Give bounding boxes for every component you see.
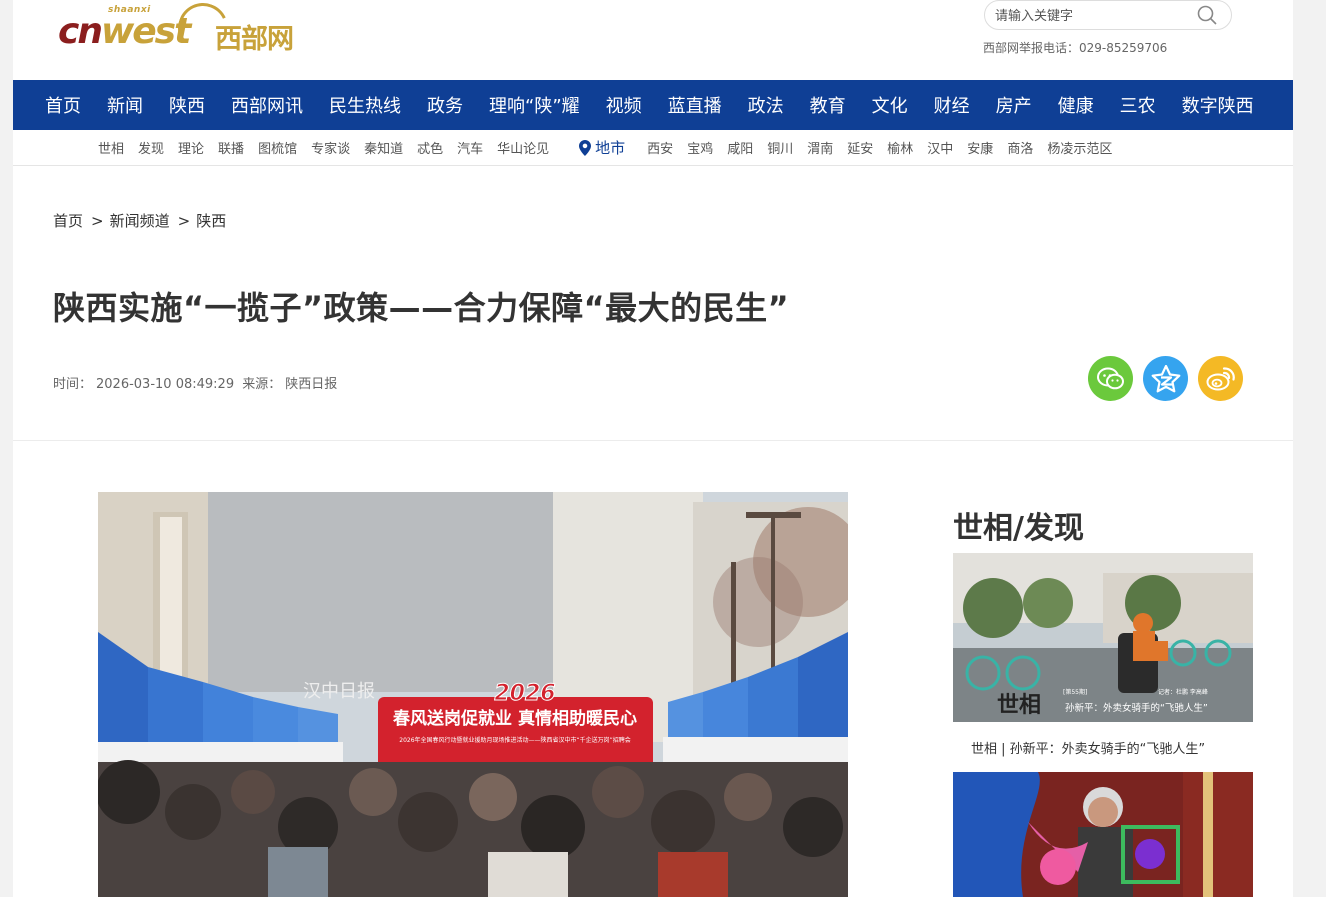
city-xian[interactable]: 西安 [647, 138, 673, 157]
nav-item-education[interactable]: 教育 [810, 92, 846, 118]
main-nav: 首页 新闻 陕西 西部网讯 民生热线 政务 理响“陕”耀 视频 蓝直播 政法 教… [13, 80, 1293, 130]
subnav-item-theory[interactable]: 理论 [178, 138, 204, 157]
thumbnail-logo-text: 世相 [997, 692, 1041, 718]
thumbnail-issue-text: [第55期] [1063, 688, 1087, 696]
publish-time: 2026-03-10 08:49:29 [96, 377, 235, 392]
subnav-item-auto[interactable]: 汽车 [457, 138, 483, 157]
sidebar-thumbnail-2[interactable] [953, 772, 1253, 897]
sidebar-thumbnail-1-illustration: 世相 [第55期] 记者：杜鹏 李高峰 孙新平：外卖女骑手的“飞驰人生” [953, 553, 1253, 722]
search-box [984, 0, 1232, 30]
nav-item-finance[interactable]: 财经 [934, 92, 970, 118]
job-fair-photo-illustration: 2026 春风送岗促就业 真情相助暖民心 2026年全国春风行动暨就业援助月现场… [98, 492, 848, 897]
sidebar-caption-1[interactable]: 世相 | 孙新平：外卖女骑手的“飞驰人生” [971, 738, 1205, 757]
banner-year-text: 2026 [494, 681, 555, 706]
sub-nav: 世相 发现 理论 联播 图梳馆 专家谈 秦知道 忒色 汽车 华山论见 地市 西安… [13, 130, 1293, 166]
subnav-item-qinzhidao[interactable]: 秦知道 [364, 138, 403, 157]
building-sign-text: 汉中日报 [303, 681, 375, 702]
nav-item-news[interactable]: 新闻 [107, 92, 143, 118]
local-label-text: 地市 [595, 139, 626, 157]
article-title: 陕西实施“一揽子”政策——合力保障“最大的民生” [53, 289, 790, 327]
breadcrumb-separator: > [177, 212, 191, 230]
logo-west-part: west [100, 11, 191, 52]
breadcrumb-home[interactable]: 首页 [53, 212, 83, 230]
subnav-item-tushuguan[interactable]: 图梳馆 [258, 138, 297, 157]
site-header: shaanxi cnwest 西部网 西部网举报电话：029-85259706 [13, 0, 1293, 80]
nav-item-culture[interactable]: 文化 [872, 92, 908, 118]
nav-item-agriculture[interactable]: 三农 [1120, 92, 1156, 118]
qzone-star-icon [1151, 364, 1180, 392]
nav-item-home[interactable]: 首页 [45, 92, 81, 118]
location-pin-icon [579, 139, 592, 156]
breadcrumb-separator: > [91, 212, 104, 230]
source-label: 来源： [242, 377, 282, 392]
subnav-item-experts[interactable]: 专家谈 [311, 138, 350, 157]
subnav-item-huashan[interactable]: 华山论见 [497, 138, 549, 157]
nav-item-law[interactable]: 政法 [748, 92, 784, 118]
logo-chinese-text: 西部网 [215, 24, 294, 55]
report-hotline: 西部网举报电话：029-85259706 [983, 41, 1168, 55]
wechat-icon [1096, 367, 1124, 389]
banner-sub-text: 2026年全国春风行动暨就业援助月现场推进活动——陕西省汉中市“千企送万岗”招聘… [399, 736, 631, 744]
city-yulin[interactable]: 榆林 [887, 138, 913, 157]
sidebar-title: 世相/发现 [953, 511, 1084, 546]
city-baoji[interactable]: 宝鸡 [687, 138, 713, 157]
time-label: 时间： [53, 377, 93, 392]
subnav-item-tese[interactable]: 忒色 [417, 138, 443, 157]
nav-item-government[interactable]: 政务 [427, 92, 463, 118]
subnav-item-discover[interactable]: 发现 [138, 138, 164, 157]
sidebar-thumbnail-1[interactable]: 世相 [第55期] 记者：杜鹏 李高峰 孙新平：外卖女骑手的“飞驰人生” [953, 553, 1253, 722]
city-hanzhong[interactable]: 汉中 [927, 138, 953, 157]
subnav-item-broadcast[interactable]: 联播 [218, 138, 244, 157]
city-ankang[interactable]: 安康 [967, 138, 993, 157]
page: shaanxi cnwest 西部网 西部网举报电话：029-85259706 … [13, 0, 1293, 897]
article-meta: 时间： 2026-03-10 08:49:29 来源： 陕西日报 [53, 373, 341, 392]
article-source: 陕西日报 [285, 377, 338, 392]
nav-item-realestate[interactable]: 房产 [996, 92, 1032, 118]
article-main-photo[interactable]: 2026 春风送岗促就业 真情相助暖民心 2026年全国春风行动暨就业援助月现场… [98, 492, 848, 897]
nav-item-shaanxi[interactable]: 陕西 [169, 92, 205, 118]
nav-item-health[interactable]: 健康 [1058, 92, 1094, 118]
city-tongchuan[interactable]: 铜川 [767, 138, 793, 157]
search-input[interactable] [995, 6, 1190, 26]
search-icon[interactable] [1197, 5, 1217, 25]
subnav-local-label[interactable]: 地市 [579, 137, 625, 158]
city-yangling[interactable]: 杨凌示范区 [1047, 138, 1112, 157]
banner-main-text: 春风送岗促就业 真情相助暖民心 [393, 708, 637, 729]
breadcrumb-section[interactable]: 陕西 [196, 212, 226, 230]
city-xianyang[interactable]: 咸阳 [727, 138, 753, 157]
nav-item-lixiang[interactable]: 理响“陕”耀 [489, 92, 580, 118]
site-logo[interactable]: shaanxi cnwest 西部网 [58, 0, 318, 63]
city-weinan[interactable]: 渭南 [807, 138, 833, 157]
share-buttons [1088, 356, 1253, 401]
header-divider [13, 440, 1293, 441]
share-wechat-button[interactable] [1088, 356, 1133, 401]
city-yanan[interactable]: 延安 [847, 138, 873, 157]
share-weibo-button[interactable] [1198, 356, 1243, 401]
sidebar-thumbnail-2-illustration [953, 772, 1253, 897]
breadcrumb: 首页 > 新闻频道 > 陕西 [53, 210, 228, 231]
share-qzone-button[interactable] [1143, 356, 1188, 401]
nav-item-digital-shaanxi[interactable]: 数字陕西 [1182, 92, 1254, 118]
breadcrumb-channel[interactable]: 新闻频道 [110, 212, 170, 230]
nav-item-video[interactable]: 视频 [606, 92, 642, 118]
weibo-icon [1206, 366, 1235, 390]
logo-cn-part: cn [58, 11, 103, 52]
thumbnail-credit-text: 记者：杜鹏 李高峰 [1158, 688, 1208, 696]
nav-item-cnwest-news[interactable]: 西部网讯 [231, 92, 303, 118]
logo-main-text: cnwest [58, 11, 191, 52]
nav-item-live[interactable]: 蓝直播 [668, 92, 722, 118]
subnav-item-shixiang[interactable]: 世相 [98, 138, 124, 157]
city-shangluo[interactable]: 商洛 [1007, 138, 1033, 157]
thumbnail-overlay-text: 孙新平：外卖女骑手的“飞驰人生” [1065, 702, 1208, 714]
nav-item-hotline[interactable]: 民生热线 [329, 92, 401, 118]
